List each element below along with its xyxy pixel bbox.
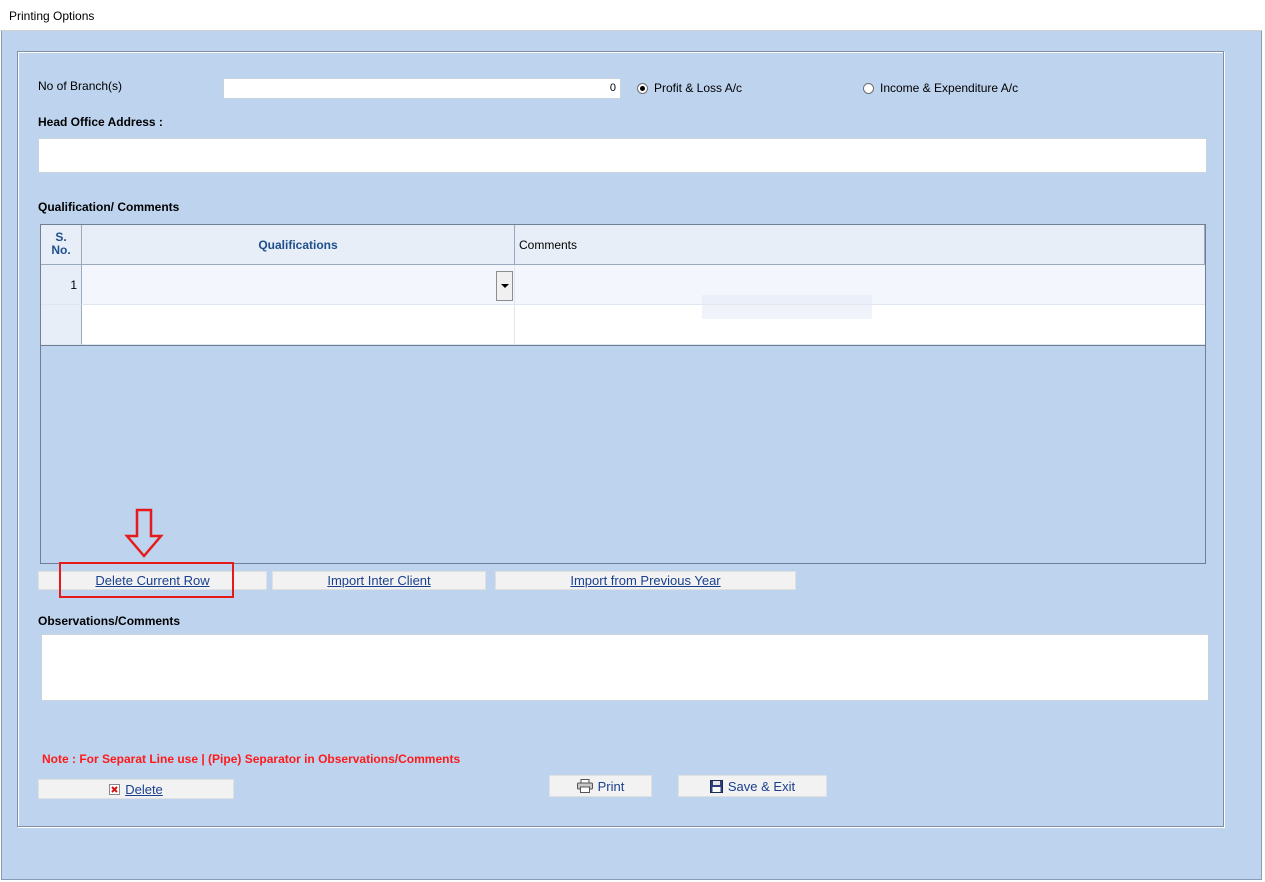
- overlay-ghost: [702, 295, 872, 319]
- grid-header-sno: S. No.: [41, 225, 82, 265]
- qualifications-grid: S. No. Qualifications Comments 1: [40, 224, 1206, 564]
- radio-profit-loss[interactable]: Profit & Loss A/c: [637, 81, 742, 95]
- qualification-label: Qualification/ Comments: [38, 200, 180, 214]
- grid-header-comments: Comments: [515, 225, 1205, 265]
- save-exit-button[interactable]: Save & Exit: [678, 775, 827, 797]
- down-arrow-icon: [124, 508, 164, 558]
- import-inter-client-label: Import Inter Client: [327, 573, 431, 588]
- head-office-label: Head Office Address :: [38, 115, 163, 129]
- qualification-dropdown-button[interactable]: [496, 271, 513, 301]
- grid-row-1-sno[interactable]: 1: [41, 265, 82, 305]
- print-label: Print: [597, 778, 625, 794]
- radio-unselected-icon: [863, 82, 874, 94]
- grid-header-sno-text: S. No.: [51, 230, 71, 257]
- separator-note: Note : For Separat Line use | (Pipe) Sep…: [42, 752, 461, 766]
- chevron-down-icon: [500, 284, 509, 288]
- grid-row-2-qualification[interactable]: [82, 305, 515, 345]
- window-title: Printing Options: [9, 9, 95, 23]
- title-bar: Printing Options: [0, 0, 1262, 31]
- branch-label: No of Branch(s): [38, 79, 123, 93]
- radio-profit-loss-label: Profit & Loss A/c: [654, 81, 743, 95]
- head-office-address-input[interactable]: [38, 138, 1207, 173]
- grid-header-qualifications: Qualifications: [82, 225, 515, 265]
- dialog-body: No of Branch(s) 0 Profit & Loss A/c Inco…: [1, 31, 1262, 880]
- import-previous-year-label: Import from Previous Year: [570, 573, 721, 588]
- grid-divider: [41, 345, 1205, 346]
- import-inter-client-button[interactable]: Import Inter Client: [272, 571, 486, 590]
- grid-row-1-qualification[interactable]: [82, 265, 515, 305]
- radio-selected-icon: [637, 82, 648, 94]
- grid-row-2-sno[interactable]: [41, 305, 82, 345]
- observations-input[interactable]: [41, 634, 1209, 701]
- print-button[interactable]: Print: [549, 775, 652, 797]
- delete-button[interactable]: Delete: [38, 779, 234, 799]
- radio-income-expenditure-label: Income & Expenditure A/c: [880, 81, 1019, 95]
- highlight-box: [59, 562, 234, 598]
- observations-label: Observations/Comments: [38, 614, 181, 628]
- delete-x-icon: [109, 783, 121, 795]
- import-previous-year-button[interactable]: Import from Previous Year: [495, 571, 796, 590]
- radio-income-expenditure[interactable]: Income & Expenditure A/c: [863, 81, 1018, 95]
- branch-count-input[interactable]: 0: [223, 78, 621, 99]
- printer-icon: [576, 779, 593, 793]
- delete-label: Delete: [125, 781, 163, 797]
- save-exit-label: Save & Exit: [727, 778, 796, 794]
- floppy-disk-icon: [709, 779, 723, 793]
